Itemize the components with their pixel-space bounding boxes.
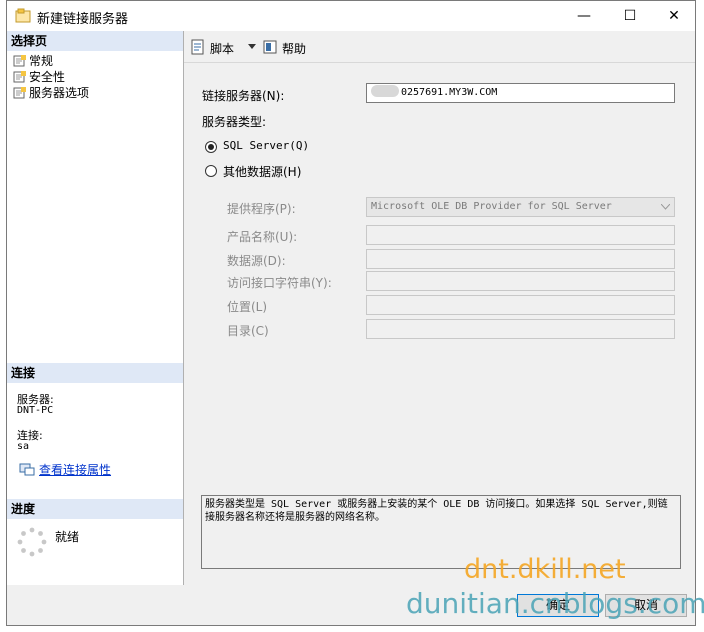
progress-status: 就绪: [55, 530, 80, 544]
product-name-label: 产品名称(U):: [227, 230, 298, 244]
minimize-button[interactable]: —: [561, 1, 607, 31]
page-icon: [13, 71, 26, 83]
server-type-label: 服务器类型:: [202, 115, 267, 129]
datasource-label: 数据源(D):: [227, 254, 286, 268]
progress-spinner-icon: [17, 527, 47, 557]
connection-value: sa: [17, 441, 30, 452]
connection-header: 连接: [7, 363, 183, 383]
left-pane: 选择页 常规 安全性 服务器选项 连接 服务器: DNT-PC 连接: sa 查…: [7, 31, 184, 585]
right-pane: 脚本 帮助 链接服务器(N): 0257691.MY3W.COM 服务器类型: …: [184, 31, 695, 585]
linked-server-value: 0257691.MY3W.COM: [401, 87, 498, 98]
chevron-down-icon[interactable]: [248, 44, 256, 50]
toolbar: 脚本 帮助: [184, 31, 695, 61]
new-linked-server-dialog: 新建链接服务器 — ☐ ✕ 选择页 常规 安全性 服务器选项 连接 服务器: D…: [6, 0, 696, 626]
watermark-dkill: dnt.dkill.net: [464, 554, 626, 585]
select-page-header: 选择页: [7, 31, 183, 51]
server-value: DNT-PC: [17, 405, 54, 416]
page-label: 安全性: [29, 70, 66, 84]
page-icon: [13, 55, 26, 67]
radio-other-datasource[interactable]: [205, 165, 217, 177]
page-item-server-options[interactable]: 服务器选项: [13, 85, 89, 101]
linked-server-label: 链接服务器(N):: [202, 89, 285, 103]
datasource-input[interactable]: [366, 249, 675, 269]
maximize-button[interactable]: ☐: [607, 1, 653, 31]
linked-server-input[interactable]: 0257691.MY3W.COM: [366, 83, 675, 103]
radio-other-datasource-label[interactable]: 其他数据源(H): [223, 163, 301, 180]
script-button[interactable]: 脚本: [190, 37, 258, 57]
page-label: 常规: [29, 54, 54, 68]
page-item-security[interactable]: 安全性: [13, 69, 65, 85]
provider-label: 提供程序(P):: [227, 202, 296, 216]
radio-sql-server-label[interactable]: SQL Server(Q): [223, 139, 309, 152]
toolbar-divider: [184, 62, 695, 63]
chevron-down-icon: [661, 204, 670, 210]
provider-value: Microsoft OLE DB Provider for SQL Server: [371, 201, 612, 212]
page-label: 服务器选项: [29, 86, 90, 100]
provider-string-input[interactable]: [366, 271, 675, 291]
view-connection-properties-link[interactable]: 查看连接属性: [39, 461, 111, 478]
window-title: 新建链接服务器: [37, 12, 129, 27]
watermark-cnblogs: dunitian.cnblogs.com: [406, 587, 704, 620]
close-button[interactable]: ✕: [651, 1, 697, 31]
progress-header: 进度: [7, 499, 183, 519]
radio-sql-server[interactable]: [205, 141, 217, 153]
help-icon: [263, 40, 277, 54]
page-icon: [13, 87, 26, 99]
script-label: 脚本: [210, 42, 235, 56]
location-input[interactable]: [366, 295, 675, 315]
catalog-label: 目录(C): [227, 324, 269, 338]
location-label: 位置(L): [227, 300, 268, 314]
connection-properties-icon: [19, 463, 35, 476]
provider-string-label: 访问接口字符串(Y):: [227, 276, 332, 290]
help-button[interactable]: 帮助: [262, 37, 322, 57]
help-label: 帮助: [282, 42, 307, 56]
redacted-blur: [371, 85, 399, 97]
app-icon: [15, 8, 31, 23]
product-name-input[interactable]: [366, 225, 675, 245]
script-icon: [191, 39, 204, 55]
provider-select[interactable]: Microsoft OLE DB Provider for SQL Server: [366, 197, 675, 217]
page-item-general[interactable]: 常规: [13, 53, 53, 69]
title-bar: 新建链接服务器 — ☐ ✕: [7, 1, 695, 31]
catalog-input[interactable]: [366, 319, 675, 339]
